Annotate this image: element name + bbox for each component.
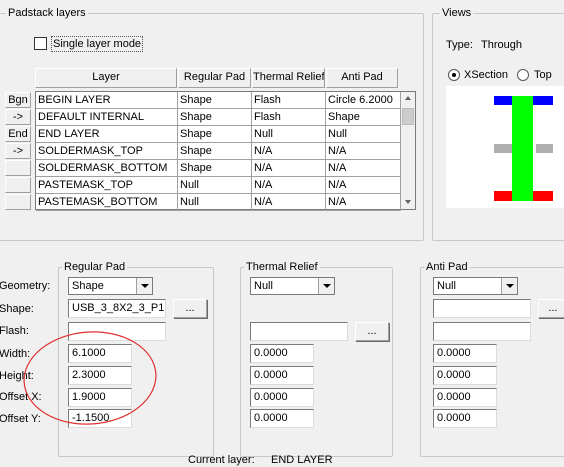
annotation-ellipse [23,331,157,425]
